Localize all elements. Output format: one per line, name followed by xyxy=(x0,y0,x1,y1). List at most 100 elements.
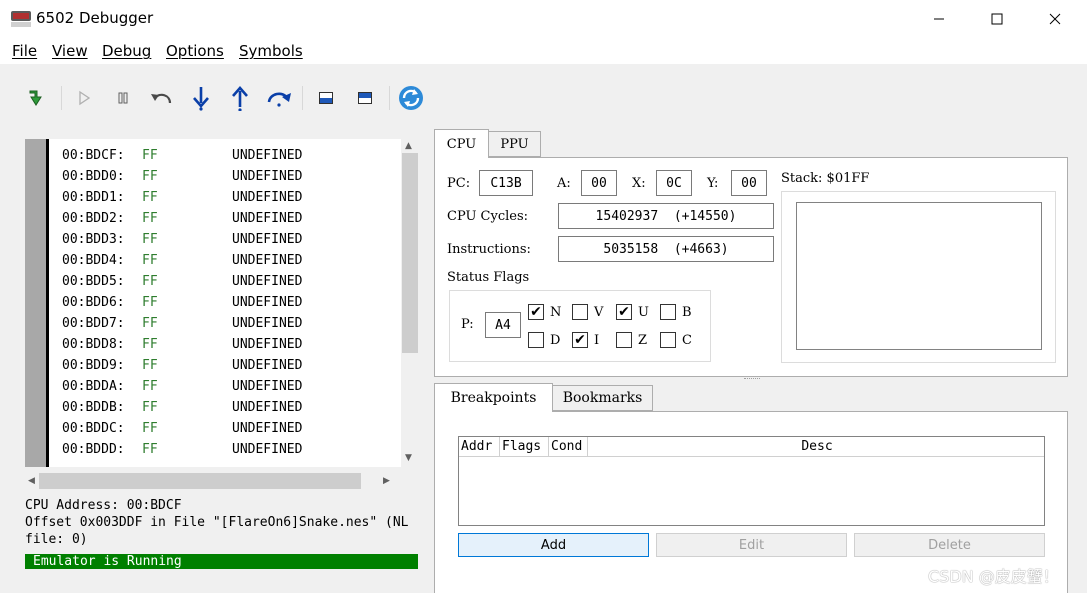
emulator-status-bar: Emulator is Running xyxy=(25,554,418,569)
flag-u-label: U xyxy=(638,305,649,320)
menu-bar: File View Debug Options Symbols xyxy=(0,38,1087,64)
disassembly-mnemonic: UNDEFINED xyxy=(232,442,303,457)
a-register-field[interactable]: 00 xyxy=(581,170,617,196)
y-register-field[interactable]: 00 xyxy=(731,170,767,196)
disassembly-mnemonic: UNDEFINED xyxy=(232,169,303,184)
flag-v-label: V xyxy=(594,305,604,320)
breakpoints-table[interactable]: Addr Flags Cond Desc xyxy=(458,436,1045,526)
refresh-button[interactable] xyxy=(396,83,426,113)
flag-d-checkbox[interactable] xyxy=(528,332,544,348)
menu-view[interactable]: View xyxy=(52,42,88,60)
disassembly-address: 00:BDCF: xyxy=(62,148,125,163)
title-bar: 6502 Debugger xyxy=(0,0,1087,38)
step-back-button[interactable] xyxy=(146,83,176,113)
maximize-button[interactable] xyxy=(970,0,1024,38)
breakpoints-table-header: Addr Flags Cond Desc xyxy=(459,437,1044,457)
scroll-down-arrow-icon[interactable]: ▼ xyxy=(405,453,412,463)
disassembly-address: 00:BDD9: xyxy=(62,358,125,373)
column-desc[interactable]: Desc xyxy=(588,437,1044,457)
flag-u-checkbox[interactable]: ✔ xyxy=(616,304,632,320)
step-over-button[interactable] xyxy=(264,83,294,113)
disassembly-mnemonic: UNDEFINED xyxy=(232,337,303,352)
disassembly-opcode: FF xyxy=(142,442,158,457)
layout-bottom-button[interactable] xyxy=(311,83,341,113)
disassembly-mnemonic: UNDEFINED xyxy=(232,232,303,247)
disassembly-panel: 00:BDCF: FF UNDEFINED 00:BDD0: FF UNDEFINED 00… xyxy=(25,139,419,493)
disassembly-mnemonic: UNDEFINED xyxy=(232,316,303,331)
breakpoint-gutter[interactable] xyxy=(25,139,46,467)
toolbar-separator xyxy=(302,86,303,110)
run-button[interactable] xyxy=(69,83,99,113)
checkmark-icon: ✔ xyxy=(530,304,542,320)
menu-debug[interactable]: Debug xyxy=(102,42,151,60)
status-flags-label: Status Flags xyxy=(447,270,530,285)
flag-n-label: N xyxy=(550,305,562,320)
step-over-icon xyxy=(267,92,291,107)
fceux-app-icon xyxy=(11,11,31,27)
scroll-right-arrow-icon[interactable]: ▶ xyxy=(383,476,390,486)
step-into-button[interactable] xyxy=(186,83,216,113)
scroll-up-arrow-icon[interactable]: ▲ xyxy=(405,141,412,151)
vertical-scroll-thumb[interactable] xyxy=(402,153,418,353)
p-register-label: P: xyxy=(461,317,474,332)
disassembly-opcode: FF xyxy=(142,316,158,331)
scroll-left-arrow-icon[interactable]: ◀ xyxy=(28,476,35,486)
menu-options[interactable]: Options xyxy=(166,42,224,60)
column-flags[interactable]: Flags xyxy=(500,437,549,457)
splitter-grip[interactable] xyxy=(744,378,760,381)
disassembly-address: 00:BDDC: xyxy=(62,421,125,436)
tab-cpu[interactable]: CPU xyxy=(434,129,489,158)
flag-n-checkbox[interactable]: ✔ xyxy=(528,304,544,320)
disassembly-address: 00:BDD0: xyxy=(62,169,125,184)
disassembly-mnemonic: UNDEFINED xyxy=(232,148,303,163)
tab-ppu[interactable]: PPU xyxy=(488,131,541,157)
green-arrow-icon xyxy=(29,90,42,106)
disassembly-address: 00:BDDB: xyxy=(62,400,125,415)
add-breakpoint-button[interactable]: Add xyxy=(458,533,649,557)
pause-button[interactable] xyxy=(108,83,138,113)
menu-file[interactable]: File xyxy=(12,42,37,60)
file-offset-text-cont: file: 0) xyxy=(25,532,88,547)
stack-list[interactable] xyxy=(796,202,1042,350)
disassembly-opcode: FF xyxy=(142,274,158,289)
instructions-label: Instructions: xyxy=(447,242,531,257)
close-button[interactable] xyxy=(1028,0,1082,38)
disassembly-opcode: FF xyxy=(142,232,158,247)
pc-label: PC: xyxy=(447,176,471,191)
play-icon xyxy=(79,90,91,106)
edit-breakpoint-button[interactable]: Edit xyxy=(656,533,847,557)
column-cond[interactable]: Cond xyxy=(549,437,588,457)
layout-top-button[interactable] xyxy=(350,83,380,113)
disassembly-mnemonic: UNDEFINED xyxy=(232,211,303,226)
cpu-cycles-field[interactable]: 15402937 (+14550) xyxy=(558,203,774,229)
window-title: 6502 Debugger xyxy=(36,9,154,27)
minimize-button[interactable] xyxy=(912,0,966,38)
menu-symbols[interactable]: Symbols xyxy=(239,42,303,60)
checkmark-icon: ✔ xyxy=(618,304,630,320)
p-register-field[interactable]: A4 xyxy=(485,312,521,338)
disassembly-list[interactable]: 00:BDCF: FF UNDEFINED 00:BDD0: FF UNDEFINED 00… xyxy=(25,139,401,467)
horizontal-scroll-thumb[interactable] xyxy=(39,473,361,489)
flag-c-checkbox[interactable] xyxy=(660,332,676,348)
column-addr[interactable]: Addr xyxy=(459,437,500,457)
flag-b-checkbox[interactable] xyxy=(660,304,676,320)
pause-icon xyxy=(118,92,128,104)
disassembly-address: 00:BDD6: xyxy=(62,295,125,310)
delete-breakpoint-button[interactable]: Delete xyxy=(854,533,1045,557)
flag-c-label: C xyxy=(682,333,692,348)
flag-z-checkbox[interactable] xyxy=(616,332,632,348)
disassembly-mnemonic: UNDEFINED xyxy=(232,421,303,436)
x-register-field[interactable]: 0C xyxy=(656,170,692,196)
flag-i-checkbox[interactable]: ✔ xyxy=(572,332,588,348)
disassembly-opcode: FF xyxy=(142,295,158,310)
run-to-cursor-button[interactable] xyxy=(22,83,52,113)
disassembly-address: 00:BDDA: xyxy=(62,379,125,394)
tab-breakpoints[interactable]: Breakpoints xyxy=(434,383,553,412)
disassembly-opcode: FF xyxy=(142,400,158,415)
instructions-field[interactable]: 5035158 (+4663) xyxy=(558,236,774,262)
pc-field[interactable]: C13B xyxy=(479,170,533,196)
tab-bookmarks[interactable]: Bookmarks xyxy=(552,385,653,411)
disassembly-mnemonic: UNDEFINED xyxy=(232,379,303,394)
flag-v-checkbox[interactable] xyxy=(572,304,588,320)
step-out-button[interactable] xyxy=(225,83,255,113)
